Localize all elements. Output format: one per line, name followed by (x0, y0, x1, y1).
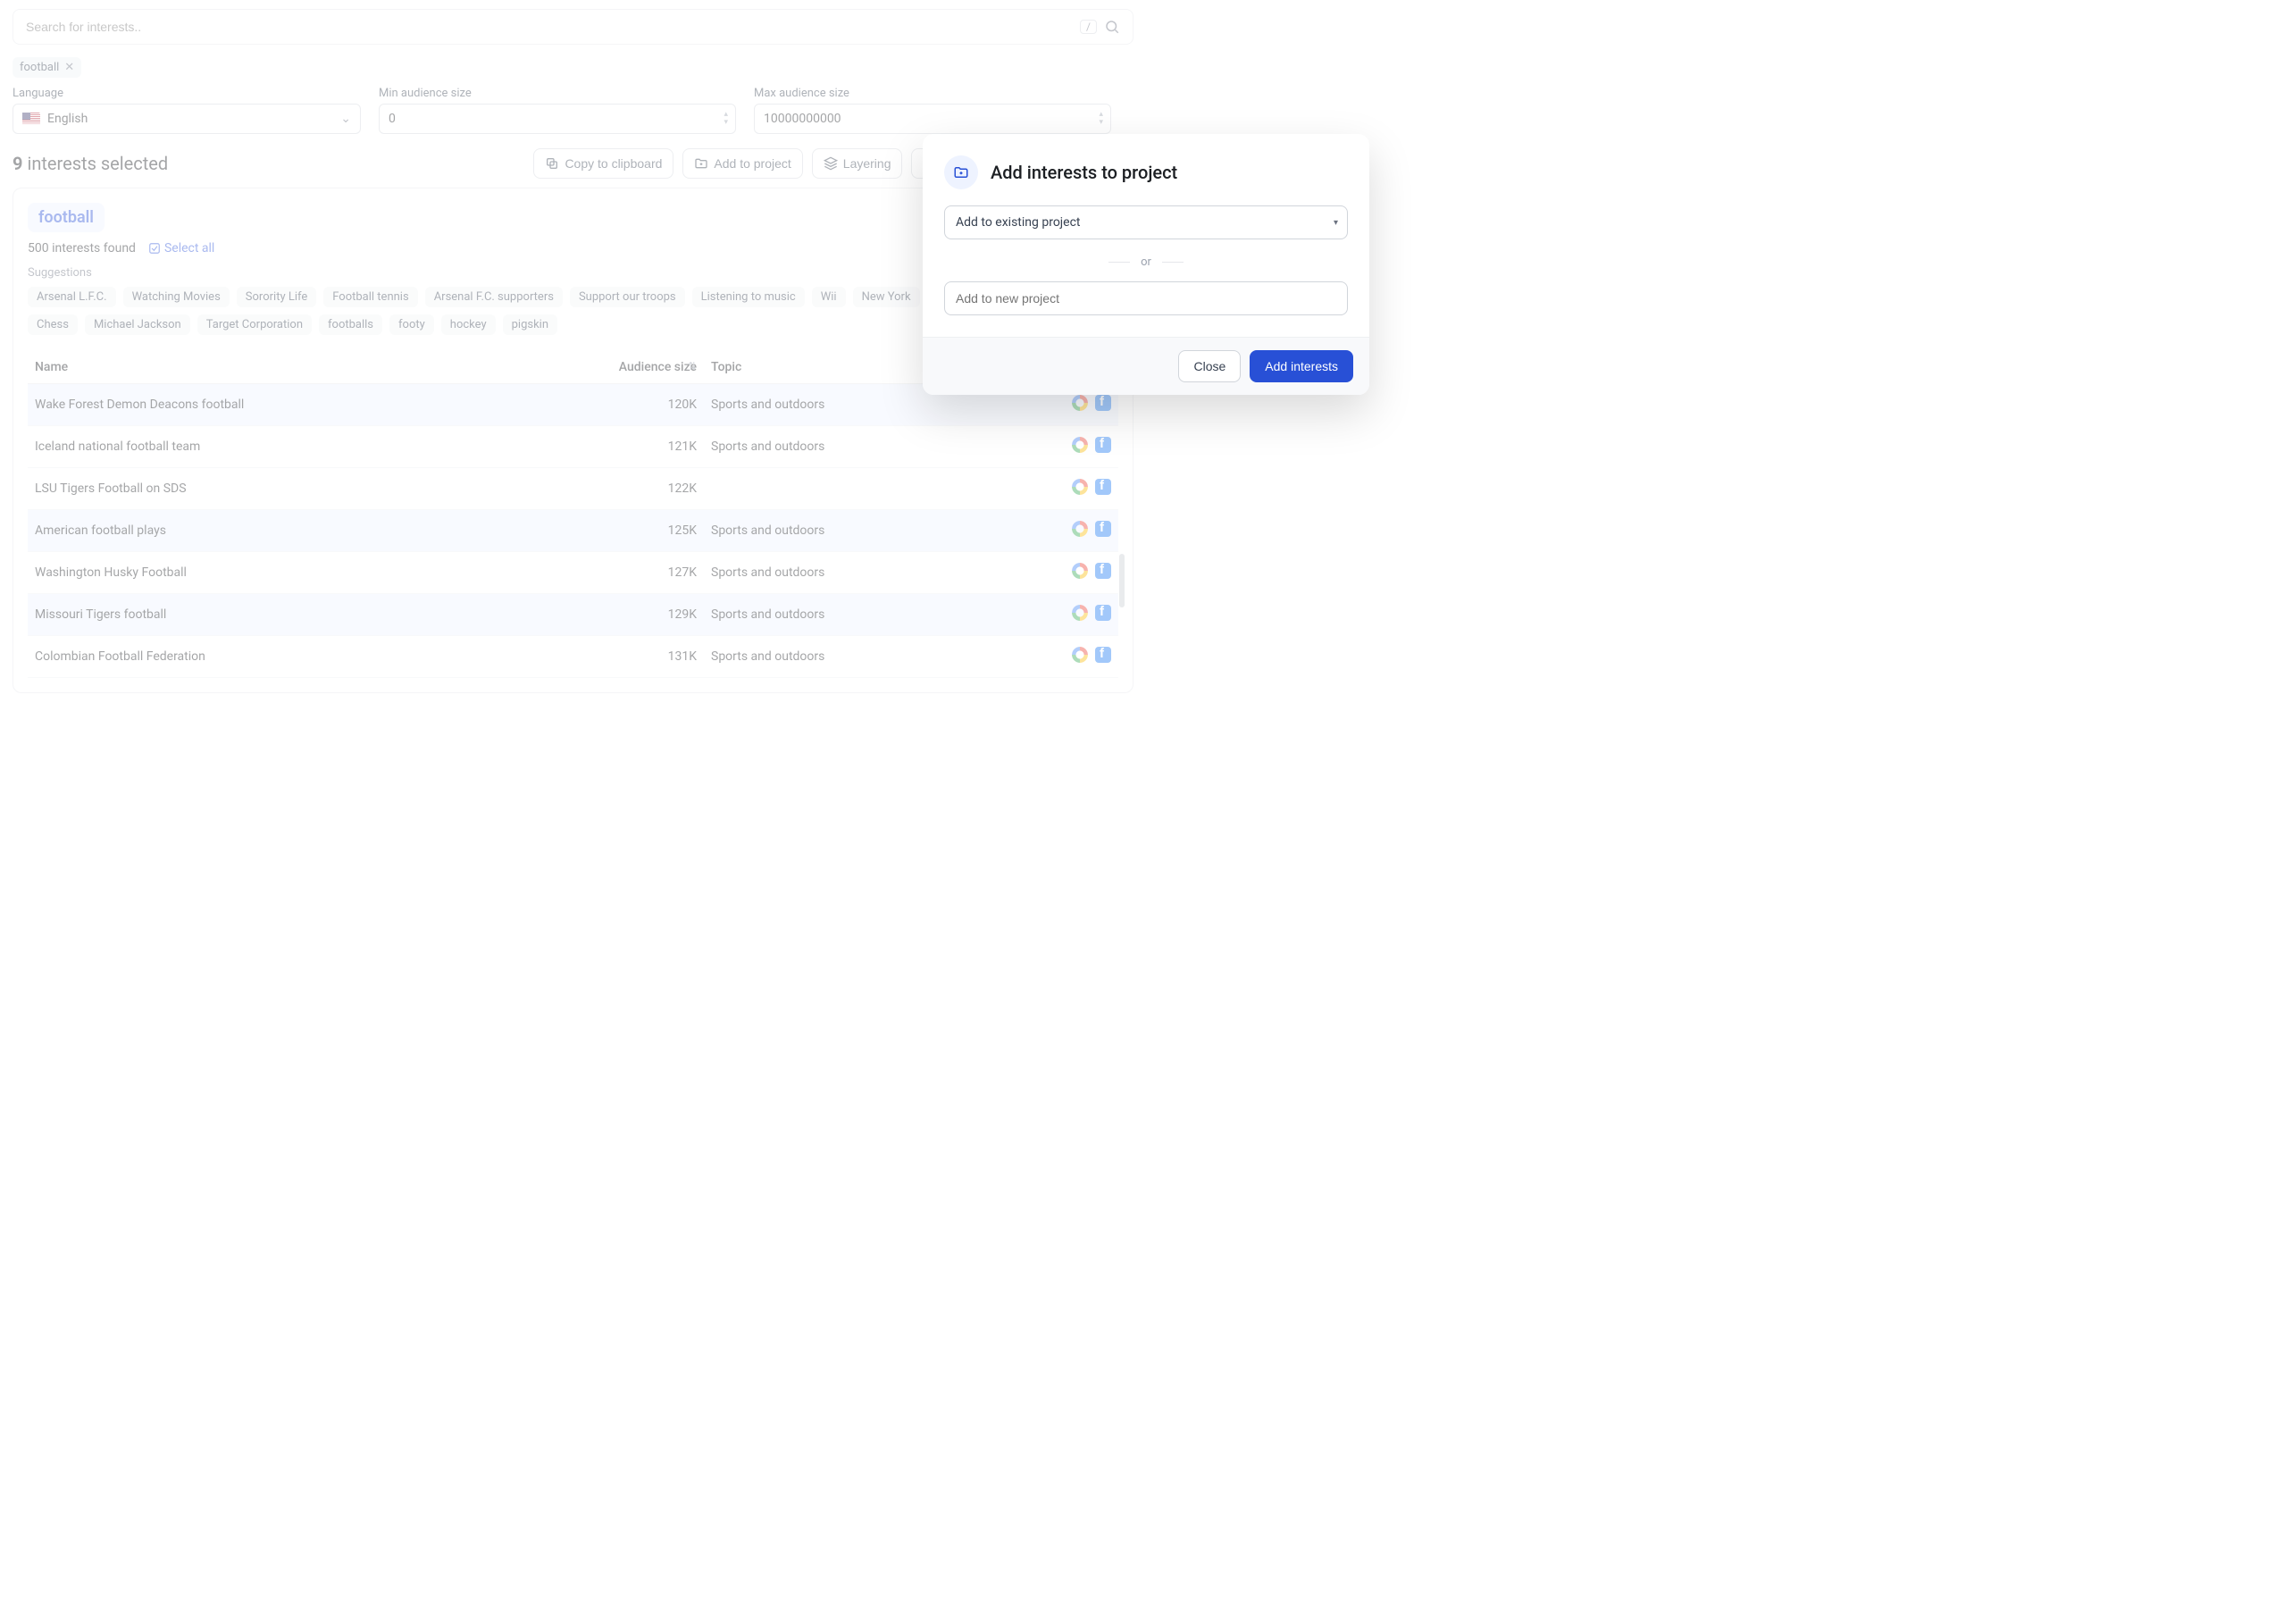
existing-project-placeholder: Add to existing project (956, 215, 1080, 230)
existing-project-select[interactable]: Add to existing project ▾ (944, 205, 1348, 239)
or-text: or (1141, 255, 1151, 269)
add-to-project-modal: Add interests to project Add to existing… (923, 134, 1369, 395)
add-interests-button[interactable]: Add interests (1250, 350, 1353, 382)
close-button[interactable]: Close (1178, 350, 1241, 382)
modal-title: Add interests to project (991, 162, 1177, 183)
new-project-input[interactable] (944, 281, 1348, 315)
divider (1162, 262, 1184, 263)
divider (1108, 262, 1130, 263)
caret-icon: ▾ (1334, 218, 1338, 228)
modal-overlay: Add interests to project Add to existing… (0, 0, 2292, 1624)
folder-plus-icon (944, 155, 978, 189)
